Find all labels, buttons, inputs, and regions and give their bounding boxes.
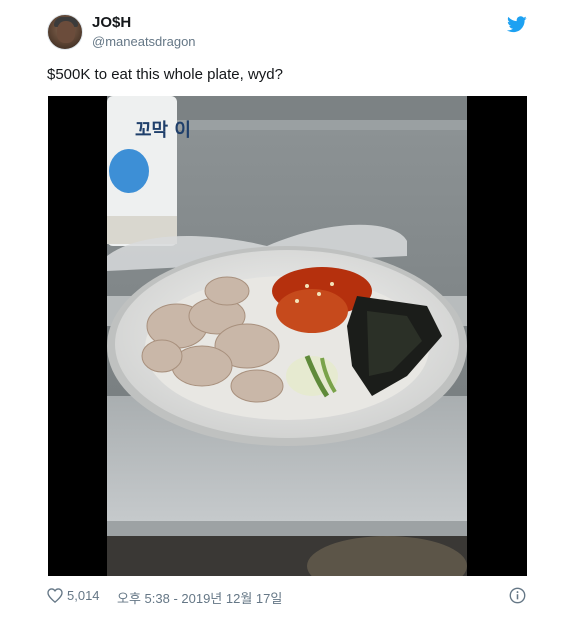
tweet-text: $500K to eat this whole plate, wyd?	[47, 66, 283, 83]
like-count[interactable]: 5,014	[67, 588, 100, 603]
twitter-bird-icon[interactable]	[507, 16, 527, 33]
tweet-media-video[interactable]: 꼬막 이	[48, 96, 527, 576]
food-plate-photo: 꼬막 이	[107, 96, 467, 576]
info-icon[interactable]	[509, 587, 526, 604]
heart-icon[interactable]	[47, 588, 63, 603]
tweet-timestamp[interactable]: 오후 5:38 - 2019년 12월 17일	[117, 588, 282, 607]
container-label: 꼬막 이	[135, 120, 191, 141]
avatar-face	[57, 21, 75, 43]
avatar[interactable]	[47, 14, 83, 50]
user-handle[interactable]: @maneatsdragon	[92, 34, 196, 49]
user-display-name[interactable]: JO$H	[92, 14, 131, 31]
embedded-tweet: JO$H @maneatsdragon $500K to eat this wh…	[0, 0, 576, 619]
